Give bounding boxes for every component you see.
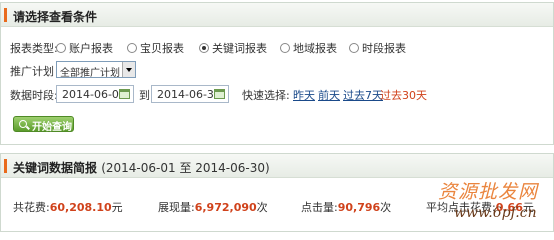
date-from-value: 2014-06-01 — [62, 88, 126, 101]
quick-link-last-30-days[interactable]: 过去30天 — [380, 87, 427, 103]
plan-select[interactable]: 全部推广计划 — [56, 61, 136, 79]
radio-button-icon — [127, 43, 137, 53]
plan-select-value: 全部推广计划 — [60, 68, 120, 79]
filter-panel-title: 请选择查看条件 — [13, 10, 98, 24]
quick-link-yesterday[interactable]: 昨天 — [293, 87, 315, 103]
radio-item-report[interactable]: 宝贝报表 — [127, 40, 184, 56]
site-watermark: 资源批发网 www.6pf.cn — [424, 167, 554, 232]
calendar-icon[interactable] — [214, 89, 225, 99]
report-type-label: 报表类型: — [10, 42, 58, 55]
radio-timeslot-report[interactable]: 时段报表 — [349, 40, 406, 56]
quick-link-last-7-days[interactable]: 过去7天 — [343, 87, 383, 103]
radio-region-report[interactable]: 地域报表 — [280, 40, 337, 56]
date-to-field[interactable]: 2014-06-30 — [151, 85, 229, 103]
filter-panel-header: 请选择查看条件 — [1, 3, 553, 27]
watermark-logo-text: 资源批发网 — [438, 181, 539, 203]
stat-value: 60,208.10 — [49, 201, 112, 214]
stat-clicks: 点击量:90,796次 — [301, 201, 392, 214]
calendar-icon[interactable] — [119, 89, 130, 99]
watermark-url: www.6pf.cn — [454, 205, 537, 221]
filter-panel: 请选择查看条件 报表类型: 账户报表 宝贝报表 关键词报表 地域报表 时段报表 … — [0, 2, 554, 145]
summary-panel-title: 关键词数据简报 (2014-06-01 至 2014-06-30) — [13, 161, 270, 175]
date-separator: 到 — [139, 89, 150, 102]
date-from-field[interactable]: 2014-06-01 — [56, 85, 134, 103]
radio-button-icon — [349, 43, 359, 53]
quick-link-day-before[interactable]: 前天 — [318, 87, 340, 103]
dropdown-arrow-icon[interactable] — [122, 62, 135, 77]
header-accent-bar — [4, 8, 7, 22]
plan-row: 推广计划 全部推广计划 — [10, 61, 210, 79]
date-row: 数据时段: 2014-06-01 到 2014-06-30 快速选择: 昨天 前… — [10, 85, 550, 103]
plan-label: 推广计划 — [10, 65, 54, 78]
stat-total-cost: 共花费:60,208.10元 — [13, 201, 123, 214]
stat-impressions: 展现量:6,972,090次 — [158, 201, 268, 214]
start-query-button[interactable]: 开始查询 — [13, 116, 74, 133]
stat-value: 90,796 — [337, 201, 381, 214]
header-accent-bar — [4, 159, 7, 173]
stat-value: 6,972,090 — [194, 201, 257, 214]
search-icon — [19, 120, 27, 128]
report-type-row: 报表类型: 账户报表 宝贝报表 关键词报表 地域报表 时段报表 — [10, 38, 550, 56]
start-query-label: 开始查询 — [32, 122, 72, 133]
radio-account-report[interactable]: 账户报表 — [56, 40, 113, 56]
date-range-label: 数据时段: — [10, 89, 58, 102]
radio-keyword-report[interactable]: 关键词报表 — [199, 40, 267, 56]
quick-select-label: 快速选择: — [242, 89, 290, 102]
radio-button-selected-icon — [199, 43, 209, 53]
radio-button-icon — [280, 43, 290, 53]
summary-date-range: (2014-06-01 至 2014-06-30) — [101, 161, 270, 175]
radio-button-icon — [56, 43, 66, 53]
date-to-value: 2014-06-30 — [157, 88, 221, 101]
